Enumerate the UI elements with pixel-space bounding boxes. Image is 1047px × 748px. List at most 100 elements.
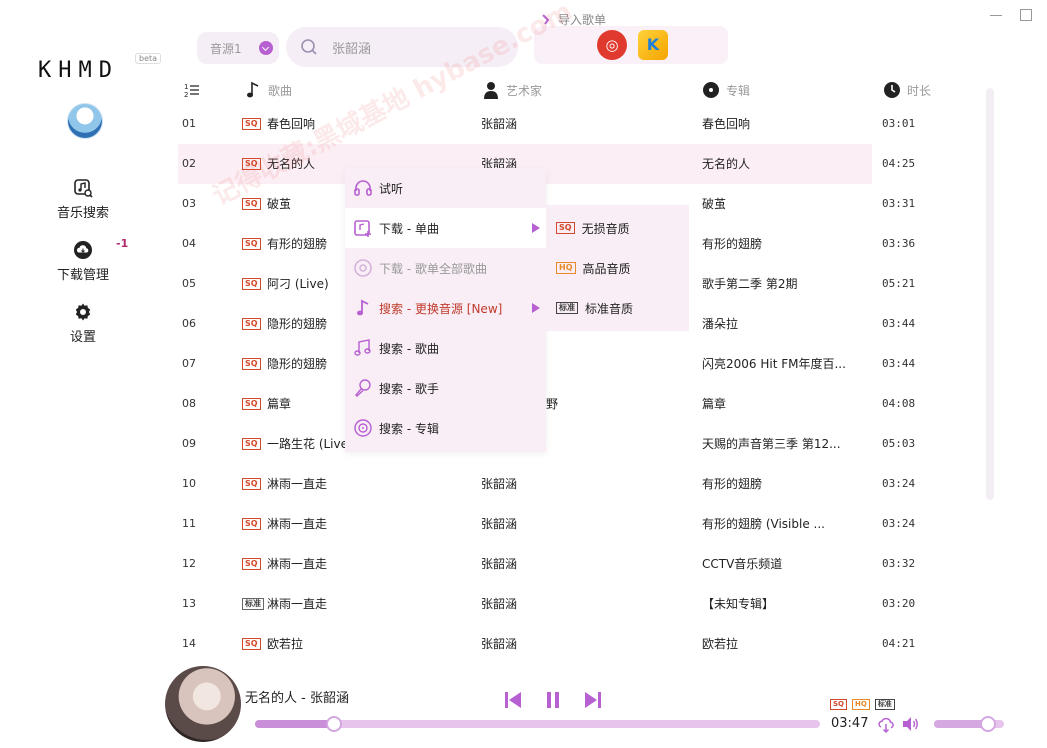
table-row[interactable]: 11 SQ 淋雨一直走 张韶涵 有形的翅膀 (Visible ... 03:24	[178, 504, 915, 544]
submenu-arrow-icon	[532, 223, 540, 233]
quality-badge: SQ	[242, 198, 261, 210]
menu-item-preview[interactable]: 试听	[345, 168, 546, 208]
download-icon[interactable]	[877, 716, 895, 734]
submenu-item-standard[interactable]: 标准 标准音质	[546, 288, 689, 328]
music-notes-icon	[354, 339, 371, 356]
menu-item-change-source[interactable]: 搜索 - 更换音源 [New]	[345, 288, 546, 328]
source-select[interactable]: 音源1	[197, 32, 279, 64]
source-select-value: 音源1	[210, 41, 242, 56]
current-time: 03:47	[831, 716, 869, 731]
headphones-icon	[354, 180, 372, 196]
search-input[interactable]	[332, 39, 502, 55]
user-avatar[interactable]	[67, 103, 103, 139]
quality-badge: SQ	[242, 358, 261, 370]
menu-item-search-song[interactable]: 搜索 - 歌曲	[345, 328, 546, 368]
menu-item-download-single[interactable]: 下载 - 单曲	[345, 208, 546, 248]
music-search-icon	[74, 179, 93, 198]
gear-icon	[75, 303, 91, 321]
quality-badge: 标准	[556, 302, 578, 314]
quality-badge[interactable]: 标准	[874, 699, 895, 710]
minimize-icon[interactable]	[989, 8, 1003, 22]
sidebar-item-music-search[interactable]: 音乐搜索	[40, 178, 126, 221]
note-icon	[357, 299, 369, 316]
quality-badge: SQ	[242, 238, 261, 250]
submenu-item-lossless[interactable]: SQ 无损音质	[546, 208, 689, 248]
beta-badge: beta	[135, 53, 162, 64]
next-icon[interactable]	[583, 690, 603, 710]
header-artist[interactable]: 艺术家	[482, 80, 542, 100]
quality-badge: 标准	[242, 598, 264, 610]
download-count-badge: -1	[116, 237, 129, 250]
netease-music-icon[interactable]: ◎	[597, 30, 627, 60]
submenu-arrow-icon	[532, 303, 540, 313]
svg-text:2: 2	[184, 91, 188, 99]
quality-badge: SQ	[242, 638, 261, 650]
table-row[interactable]: 14 SQ 欧若拉 张韶涵 欧若拉 04:21	[178, 624, 915, 664]
progress-slider[interactable]	[255, 716, 820, 732]
pause-icon[interactable]	[543, 690, 563, 710]
table-row[interactable]: 10 SQ 淋雨一直走 张韶涵 有形的翅膀 03:24	[178, 464, 915, 504]
person-icon	[484, 82, 498, 99]
list-scrollbar[interactable]	[986, 88, 994, 500]
header-album[interactable]: 专辑	[702, 80, 750, 100]
table-row[interactable]: 12 SQ 淋雨一直走 张韶涵 CCTV音乐频道 03:32	[178, 544, 915, 584]
table-row[interactable]: 13 标准 淋雨一直走 张韶涵 【未知专辑】 03:20	[178, 584, 915, 624]
header-title[interactable]: 歌曲	[244, 80, 292, 100]
sidebar-item-settings[interactable]: 设置	[40, 302, 126, 345]
chevron-down-icon	[259, 41, 273, 55]
import-arrow-icon	[542, 13, 550, 25]
quality-badge: SQ	[242, 118, 261, 130]
sidebar-item-label: 下载管理	[56, 268, 109, 283]
album-cover[interactable]	[165, 666, 241, 742]
quality-badge: SQ	[242, 438, 261, 450]
download-add-icon	[354, 220, 371, 237]
quality-badge: HQ	[556, 262, 576, 274]
search-icon[interactable]	[300, 38, 318, 56]
disc-icon	[354, 259, 372, 277]
volume-handle[interactable]	[980, 716, 996, 732]
vinyl-icon	[703, 82, 719, 98]
app-logo: KHMD	[38, 58, 119, 83]
progress-fill	[255, 720, 334, 728]
sidebar-item-download-manager[interactable]: 下载管理	[40, 240, 126, 283]
now-playing-title: 无名的人 - 张韶涵	[245, 691, 349, 706]
quality-submenu: SQ 无损音质 HQ 高品音质 标准 标准音质	[546, 205, 689, 331]
numbered-list-icon: 1 2	[184, 83, 199, 99]
volume-slider[interactable]	[934, 716, 1004, 732]
import-playlist-panel: ◎ K	[534, 26, 728, 64]
microphone-icon	[355, 379, 371, 397]
progress-handle[interactable]	[326, 716, 342, 732]
menu-item-search-artist[interactable]: 搜索 - 歌手	[345, 368, 546, 408]
table-row[interactable]: 01 SQ 春色回响 张韶涵 春色回响 03:01	[178, 104, 915, 144]
music-note-icon	[247, 81, 259, 98]
quality-badge[interactable]: SQ	[830, 699, 847, 710]
menu-item-download-all[interactable]: 下载 - 歌单全部歌曲	[345, 248, 546, 288]
quality-badge: SQ	[242, 518, 261, 530]
sidebar-item-label: 音乐搜索	[56, 206, 109, 221]
submenu-item-high[interactable]: HQ 高品音质	[546, 248, 689, 288]
quality-badge: SQ	[242, 558, 261, 570]
player-quality-badges: SQ HQ 标准	[830, 699, 895, 710]
playback-controls	[503, 690, 603, 710]
maximize-icon[interactable]	[1019, 8, 1033, 22]
menu-item-search-album[interactable]: 搜索 - 专辑	[345, 408, 546, 448]
kugou-music-icon[interactable]: K	[638, 30, 668, 60]
header-duration[interactable]: 时长	[883, 80, 931, 100]
header-index: 1 2	[183, 80, 201, 100]
quality-badge: SQ	[242, 158, 261, 170]
window-controls	[989, 8, 1033, 22]
search-box	[286, 27, 518, 67]
cloud-download-icon	[74, 241, 92, 259]
volume-icon[interactable]	[901, 715, 919, 733]
quality-badge: SQ	[556, 222, 575, 234]
quality-badge: SQ	[242, 318, 261, 330]
context-menu: 试听 下载 - 单曲 下载 - 歌单全部歌曲 搜索 - 更换音源 [New] 搜	[345, 168, 546, 452]
quality-badge: SQ	[242, 398, 261, 410]
svg-text:1: 1	[184, 83, 188, 91]
previous-icon[interactable]	[503, 690, 523, 710]
quality-badge: SQ	[242, 278, 261, 290]
quality-badge[interactable]: HQ	[852, 699, 870, 710]
clock-icon	[884, 82, 900, 98]
album-icon	[354, 419, 372, 437]
sidebar-item-label: 设置	[69, 330, 96, 345]
